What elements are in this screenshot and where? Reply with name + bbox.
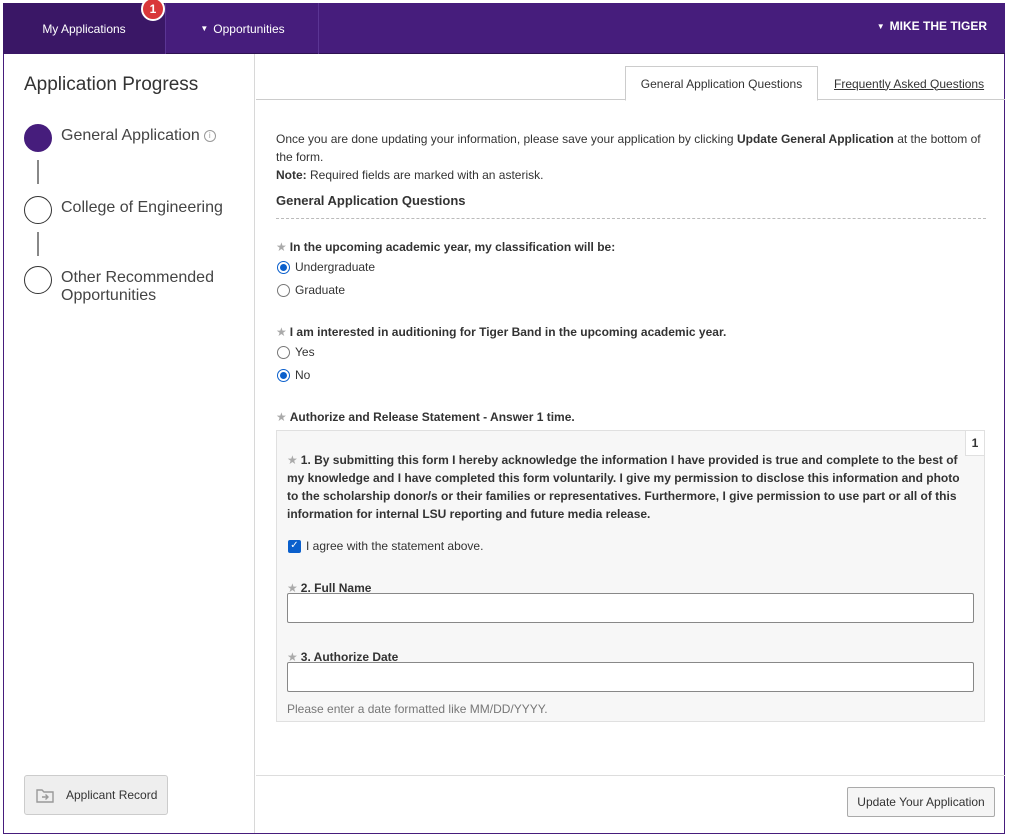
note-label: Note:: [276, 168, 307, 182]
question-label: Authorize and Release Statement - Answer…: [289, 410, 575, 424]
question-label: I am interested in auditioning for Tiger…: [289, 325, 727, 339]
form-footer: Update Your Application: [256, 775, 1005, 833]
option-yes[interactable]: Yes: [277, 345, 315, 359]
note-text: Required fields are marked with an aster…: [306, 168, 544, 182]
step-pending-icon: [24, 266, 52, 294]
notification-badge: 1: [141, 0, 165, 21]
authorize-group: 1 ★ 1. By submitting this form I hereby a…: [276, 430, 985, 722]
sidebar-title: Application Progress: [24, 74, 199, 95]
info-icon[interactable]: i: [203, 130, 216, 142]
intro-text-bold: Update General Application: [736, 132, 894, 146]
step-connector: [37, 160, 39, 184]
required-star-icon: ★: [276, 410, 287, 424]
question-tiger-band: ★ I am interested in auditioning for Tige…: [276, 325, 726, 339]
option-no[interactable]: No: [277, 368, 310, 382]
tab-opportunities[interactable]: ▼ Opportunities: [167, 3, 319, 54]
main-content: General Application Questions Frequently…: [256, 54, 1005, 833]
sidebar: Application Progress General Application…: [4, 54, 255, 833]
question-label: In the upcoming academic year, my classi…: [289, 240, 616, 254]
agree-checkbox[interactable]: ✓: [288, 539, 301, 553]
progress-step-other-opportunities[interactable]: Other Recommended Opportunities: [24, 266, 231, 305]
applicant-record-label: Applicant Record: [66, 788, 158, 802]
agree-checkbox-row[interactable]: ✓ I agree with the statement above.: [288, 539, 483, 553]
option-label: Yes: [295, 345, 315, 359]
tab-my-applications-label: My Applications: [42, 21, 126, 36]
top-navigation: My Applications 1 ▼ Opportunities ▼ MIKE…: [3, 0, 1005, 54]
radio-selected[interactable]: [277, 260, 290, 274]
required-star-icon: ★: [276, 240, 287, 254]
progress-step-college-of-engineering[interactable]: College of Engineering: [24, 196, 223, 224]
authorize-date-input[interactable]: [287, 662, 974, 692]
step-current-icon: [24, 124, 52, 152]
section-title: General Application Questions: [276, 193, 986, 219]
required-star-icon: ★: [287, 453, 298, 467]
user-name: MIKE THE TIGER: [889, 19, 987, 33]
applicant-record-button[interactable]: Applicant Record: [24, 775, 168, 815]
required-star-icon: ★: [276, 325, 287, 339]
step-label: College of Engineering: [61, 199, 223, 216]
step-pending-icon: [24, 196, 52, 224]
progress-step-general-application[interactable]: General Application i: [24, 124, 216, 152]
option-label: No: [295, 368, 311, 382]
tab-frequently-asked-questions[interactable]: Frequently Asked Questions: [834, 66, 984, 101]
tab-label: Frequently Asked Questions: [834, 76, 985, 91]
option-label: Undergraduate: [295, 260, 376, 274]
tab-label: General Application Questions: [640, 76, 803, 91]
step-connector: [37, 232, 39, 256]
question-classification: ★ In the upcoming academic year, my class…: [276, 240, 615, 254]
tab-general-application-questions[interactable]: General Application Questions: [625, 66, 818, 101]
page-frame: Application Progress General Application…: [3, 54, 1005, 834]
intro-text: Once you are done updating your informat…: [276, 130, 986, 184]
caret-down-icon: ▼: [200, 24, 209, 33]
tab-bar: General Application Questions Frequently…: [256, 54, 1005, 101]
folder-arrow-icon: [36, 789, 54, 803]
option-graduate[interactable]: Graduate: [277, 283, 345, 297]
step-label: General Application: [61, 127, 200, 144]
radio-selected[interactable]: [277, 368, 290, 382]
step-label: Other Recommended Opportunities: [61, 269, 214, 304]
tab-my-applications[interactable]: My Applications 1: [3, 0, 166, 54]
radio-unselected[interactable]: [277, 283, 290, 297]
intro-text-part: Once you are done updating your informat…: [276, 132, 737, 146]
radio-unselected[interactable]: [277, 345, 290, 359]
option-undergraduate[interactable]: Undergraduate: [277, 260, 375, 274]
statement-text: ★ 1. By submitting this form I hereby ack…: [287, 451, 962, 523]
statement-body: 1. By submitting this form I hereby ackn…: [287, 453, 960, 521]
date-format-hint: Please enter a date formatted like MM/DD…: [287, 702, 548, 716]
update-application-button[interactable]: Update Your Application: [847, 787, 995, 817]
full-name-input[interactable]: [287, 593, 974, 623]
user-menu[interactable]: ▼ MIKE THE TIGER: [877, 3, 987, 49]
caret-down-icon: ▼: [876, 21, 885, 31]
option-label: Graduate: [295, 283, 346, 297]
question-authorize: ★ Authorize and Release Statement - Answe…: [276, 410, 575, 424]
tab-opportunities-label: Opportunities: [213, 21, 285, 36]
form-intro: Once you are done updating your informat…: [276, 130, 986, 219]
group-number: 1: [965, 430, 985, 456]
agree-label: I agree with the statement above.: [306, 539, 484, 553]
